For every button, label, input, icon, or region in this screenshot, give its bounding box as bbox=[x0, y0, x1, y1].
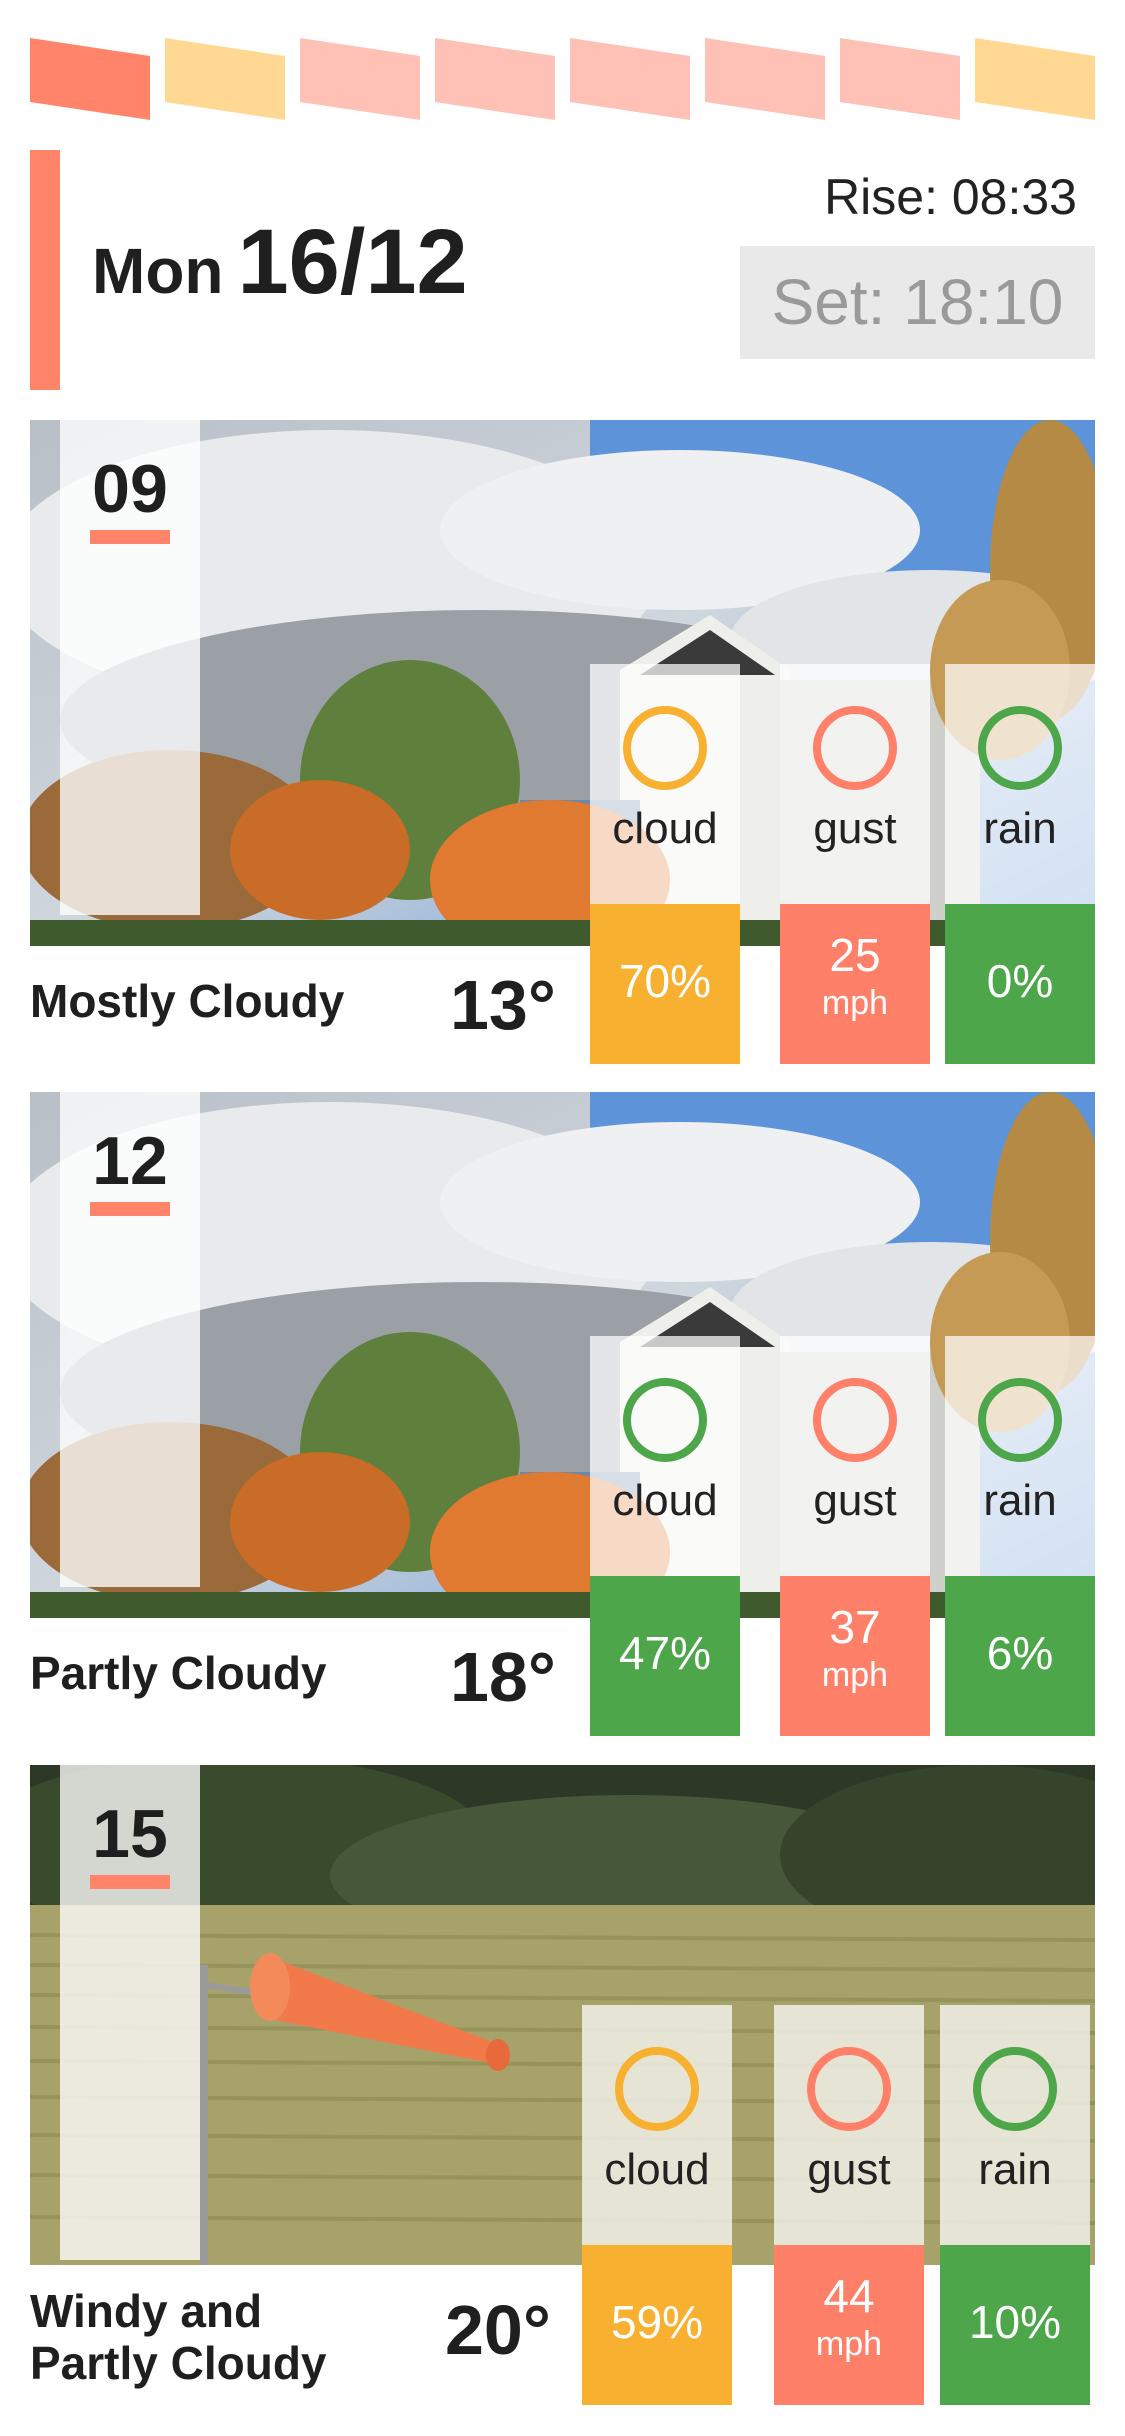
gust-unit: mph bbox=[821, 984, 889, 1022]
sunset-time: Set: 18:10 bbox=[740, 246, 1095, 359]
cloud-value-box: 70% bbox=[590, 904, 740, 1064]
weather-description: Mostly Cloudy bbox=[30, 975, 345, 1027]
day-tab-3[interactable] bbox=[300, 38, 420, 120]
gust-value: 44 bbox=[823, 2270, 875, 2322]
gust-label: gust bbox=[807, 2145, 891, 2194]
cloud-label: cloud bbox=[612, 804, 718, 853]
gust-value-box: 37 mph bbox=[780, 1576, 930, 1736]
weather-description: Partly Cloudy bbox=[30, 1647, 327, 1699]
rain-value-box: 6% bbox=[945, 1576, 1095, 1736]
gust-value: 25 bbox=[829, 929, 881, 981]
cloud-label: cloud bbox=[604, 2145, 710, 2194]
day-tab-8[interactable] bbox=[975, 38, 1095, 120]
rain-value: 6% bbox=[986, 1627, 1054, 1679]
rain-ring-icon bbox=[973, 2047, 1057, 2131]
day-tab-1[interactable] bbox=[30, 38, 150, 120]
cloud-value-box: 47% bbox=[590, 1576, 740, 1736]
sunrise-time: Rise: 08:33 bbox=[824, 169, 1077, 225]
cloud-value-box: 59% bbox=[582, 2245, 732, 2405]
forecast-card-15[interactable]: 15 cloud 59% gust 44 mph rain 10% Windy … bbox=[30, 1765, 1095, 2405]
hour-underline bbox=[90, 1875, 170, 1889]
day-tab-5[interactable] bbox=[570, 38, 690, 120]
gust-value-box: 25 mph bbox=[780, 904, 930, 1064]
hour-label: 15 bbox=[92, 1796, 168, 1872]
hour-label: 12 bbox=[92, 1123, 168, 1199]
day-tab-4[interactable] bbox=[435, 38, 555, 120]
hour-column: 15 bbox=[60, 1765, 200, 2260]
gust-ring-icon bbox=[807, 2047, 891, 2131]
hour-column: 12 bbox=[60, 1092, 200, 1587]
hour-underline bbox=[90, 1202, 170, 1216]
day-tab-6[interactable] bbox=[705, 38, 825, 120]
weather-description: Windy and Partly Cloudy bbox=[30, 2285, 327, 2389]
gust-unit: mph bbox=[821, 1656, 889, 1694]
gust-value: 37 bbox=[829, 1601, 881, 1653]
gust-value-box: 44 mph bbox=[774, 2245, 924, 2405]
temperature: 18° bbox=[450, 1638, 556, 1716]
gust-label: gust bbox=[813, 804, 897, 853]
rain-value-box: 10% bbox=[940, 2245, 1090, 2405]
date-accent-bar bbox=[30, 150, 60, 390]
hour-label: 09 bbox=[92, 451, 168, 527]
hour-column: 09 bbox=[60, 420, 200, 915]
day-tab-7[interactable] bbox=[840, 38, 960, 120]
hour-underline bbox=[90, 530, 170, 544]
gust-ring-icon bbox=[813, 1378, 897, 1462]
cloud-value: 70% bbox=[618, 955, 712, 1007]
rain-value: 0% bbox=[986, 955, 1054, 1007]
gust-unit: mph bbox=[815, 2325, 883, 2363]
day-selector bbox=[30, 38, 1095, 120]
forecast-card-12[interactable]: 12 cloud 47% gust 37 mph rain 6% Partly … bbox=[30, 1092, 1095, 1736]
cloud-ring-icon bbox=[623, 1378, 707, 1462]
cloud-value: 59% bbox=[610, 2296, 704, 2348]
date-header: Mon 16/12 Rise: 08:33 Set: 18:10 bbox=[30, 150, 1095, 390]
cloud-label: cloud bbox=[612, 1476, 718, 1525]
temperature: 13° bbox=[450, 966, 556, 1044]
rain-label: rain bbox=[978, 2145, 1052, 2194]
forecast-card-09[interactable]: 09 cloud 70% gust 25 mph rain 0% Mostly … bbox=[30, 420, 1095, 1064]
cloud-ring-icon bbox=[623, 706, 707, 790]
weather-description-line-2: Partly Cloudy bbox=[30, 2337, 327, 2389]
rain-ring-icon bbox=[978, 706, 1062, 790]
rain-label: rain bbox=[983, 1476, 1057, 1525]
gust-label: gust bbox=[813, 1476, 897, 1525]
weekday: Mon bbox=[92, 235, 224, 307]
rain-value-box: 0% bbox=[945, 904, 1095, 1064]
rain-value: 10% bbox=[968, 2296, 1062, 2348]
gust-ring-icon bbox=[813, 706, 897, 790]
rain-label: rain bbox=[983, 804, 1057, 853]
cloud-value: 47% bbox=[618, 1627, 712, 1679]
cloud-ring-icon bbox=[615, 2047, 699, 2131]
weather-description-line-1: Windy and bbox=[30, 2285, 263, 2337]
day-tab-2[interactable] bbox=[165, 38, 285, 120]
temperature: 20° bbox=[445, 2291, 551, 2369]
rain-ring-icon bbox=[978, 1378, 1062, 1462]
date-title: Mon 16/12 bbox=[92, 210, 468, 315]
date-number: 16/12 bbox=[237, 211, 468, 313]
